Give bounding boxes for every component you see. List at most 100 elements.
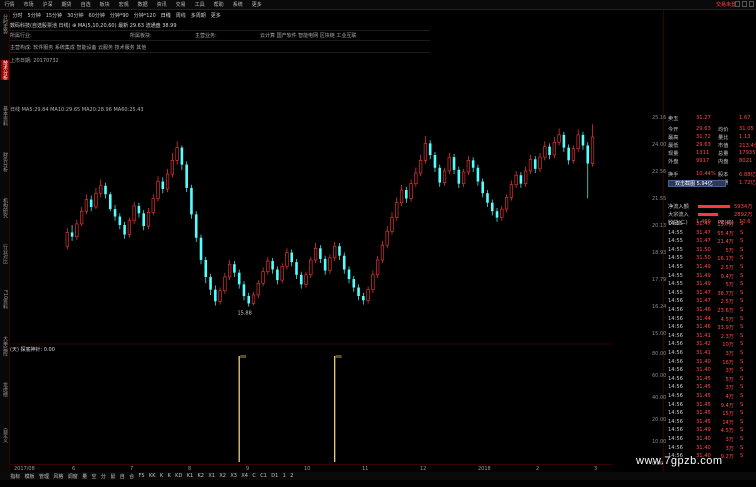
sidebar-tab[interactable]: 机构研究 <box>1 198 9 218</box>
quote-k2: 市值 <box>718 143 729 149</box>
period-tab[interactable]: 分钟*90 <box>107 12 131 19</box>
menu-item[interactable]: 期货 <box>57 0 76 10</box>
quote-v2: 31.05 <box>739 126 754 132</box>
period-tab[interactable]: 多周期 <box>188 12 208 19</box>
close-icon[interactable] <box>749 1 754 7</box>
bottom-tool[interactable]: K2 <box>195 473 206 479</box>
bottom-tool[interactable]: X2 <box>217 473 228 479</box>
menu-item[interactable]: 更多 <box>247 0 266 10</box>
tick-v: 3万 <box>725 368 735 375</box>
sidebar-tab[interactable]: 财务分析 <box>1 152 9 172</box>
quote-v: 31.72 <box>696 134 711 140</box>
sidebar-tab[interactable]: 大单监控 <box>1 336 9 356</box>
bottom-tool[interactable]: 自 <box>118 473 127 480</box>
bottom-tool[interactable]: 管理 <box>37 473 51 480</box>
period-tab[interactable]: 周线 <box>173 12 188 19</box>
candle <box>175 141 179 165</box>
menu-item[interactable]: 系统 <box>228 0 247 10</box>
candle <box>571 145 576 164</box>
period-tab[interactable]: 30分钟 <box>65 12 86 19</box>
menu-item[interactable]: 交易 <box>171 0 190 10</box>
menu-item[interactable]: 自选 <box>76 0 95 10</box>
bottom-tool[interactable]: 模板 <box>22 473 36 480</box>
bottom-tool[interactable]: X3 <box>228 473 239 479</box>
candle <box>447 152 451 175</box>
bottom-tool[interactable]: 分 <box>99 473 108 480</box>
bottom-tool[interactable]: 2 <box>288 473 296 479</box>
period-tab[interactable]: 60分钟 <box>86 12 107 19</box>
period-tab[interactable]: 分钟*120 <box>131 12 158 19</box>
login-status[interactable]: 交易未登 <box>716 0 736 10</box>
menu-item[interactable]: 市场 <box>19 0 38 10</box>
candle <box>567 144 570 165</box>
tick-t: 14:56 <box>668 367 683 374</box>
bottom-tool[interactable]: KD <box>173 473 185 479</box>
tick-bs: S <box>740 298 744 305</box>
tick-v: 23.6万 <box>717 308 734 314</box>
menu-item[interactable]: 帮助 <box>209 0 228 10</box>
tick-bs: S <box>740 281 744 288</box>
bottom-tool[interactable]: K1 <box>185 473 196 479</box>
bottom-tool[interactable]: 量 <box>80 473 89 480</box>
menu-item[interactable]: 沪深 <box>38 0 57 10</box>
sidebar-tab[interactable]: 行业对比 <box>1 244 9 264</box>
candle <box>438 164 442 187</box>
sidebar-tab[interactable]: 分时走势 <box>1 14 9 34</box>
candlestick-chart[interactable]: 15.88 <box>10 113 612 345</box>
sidebar-tab[interactable]: F10资料 <box>1 290 9 309</box>
bottom-tool[interactable]: C1 <box>258 473 269 479</box>
menu-item[interactable]: 数据 <box>133 0 152 10</box>
bottom-tool[interactable]: 指标 <box>8 473 22 480</box>
period-tab[interactable]: 分时 <box>10 12 25 19</box>
low-price-label: 15.88 <box>237 311 251 317</box>
candle <box>137 202 141 218</box>
candlestick-svg[interactable]: 15.88 <box>10 113 612 345</box>
bottom-tool[interactable]: KK <box>147 473 158 479</box>
candle <box>80 206 84 227</box>
period-tab[interactable]: 更多 <box>208 12 223 19</box>
candle-body <box>338 246 341 256</box>
period-tab[interactable]: 5分钟 <box>25 12 43 19</box>
bottom-tool[interactable]: 合 <box>127 473 136 480</box>
tick-bs: S <box>740 246 744 253</box>
menu-item[interactable]: 宏观 <box>114 0 133 10</box>
screenshot-tooltip[interactable]: 双击截图 5.94亿 <box>668 180 726 187</box>
candle-body <box>309 259 313 276</box>
bottom-tool[interactable]: K <box>158 473 166 479</box>
bottom-tool[interactable]: D1 <box>269 473 280 479</box>
period-tab[interactable]: 15分钟 <box>43 12 64 19</box>
candle <box>533 156 537 174</box>
menu-item[interactable]: 资讯 <box>152 0 171 10</box>
price-tick: 25.16 <box>652 115 667 121</box>
quote-k2: 内盘 <box>718 159 729 165</box>
bottom-tool[interactable]: C <box>250 473 258 479</box>
bottom-tool[interactable]: X1 <box>206 473 217 479</box>
bottom-tool[interactable]: X4 <box>239 473 250 479</box>
candle-body <box>70 232 74 237</box>
tick-bs: S <box>740 324 744 331</box>
indicator-chart[interactable] <box>10 354 612 464</box>
menu-item[interactable]: 行情 <box>0 0 19 10</box>
bottom-tool[interactable]: 1 <box>280 473 288 479</box>
bottom-tool[interactable]: 空 <box>89 473 98 480</box>
bottom-tool[interactable]: F5 <box>136 473 146 479</box>
menu-item[interactable]: 板块 <box>95 0 114 10</box>
tick-row: 14:56 31.40 3万 S <box>666 445 756 453</box>
menu-item[interactable]: 工具 <box>190 0 209 10</box>
tick-p: 31.41 <box>696 332 711 339</box>
maximize-icon[interactable] <box>742 1 747 7</box>
sidebar-tab[interactable]: 技术分析 <box>1 60 9 80</box>
sidebar-tab[interactable]: 龙虎榜 <box>1 382 9 397</box>
bottom-tool[interactable]: 风格 <box>51 473 65 480</box>
trade-ticks[interactable]: 14:55 31.47 15.7万 S 14:55 31.47 55.4万 S 14:55 31.… <box>666 221 756 466</box>
period-tab[interactable]: 日线 <box>158 12 173 19</box>
bottom-tool[interactable]: K <box>165 473 173 479</box>
sidebar-tab[interactable]: 自定义 <box>1 428 9 443</box>
candle-body <box>319 248 322 259</box>
candle-body <box>362 296 365 301</box>
minimize-icon[interactable] <box>735 1 740 7</box>
bottom-tool[interactable]: 调窗 <box>66 473 80 480</box>
bottom-tool[interactable]: 鼠 <box>108 473 117 480</box>
sidebar-tab[interactable]: 基本资料 <box>1 106 9 126</box>
indicator-svg[interactable] <box>10 354 612 464</box>
